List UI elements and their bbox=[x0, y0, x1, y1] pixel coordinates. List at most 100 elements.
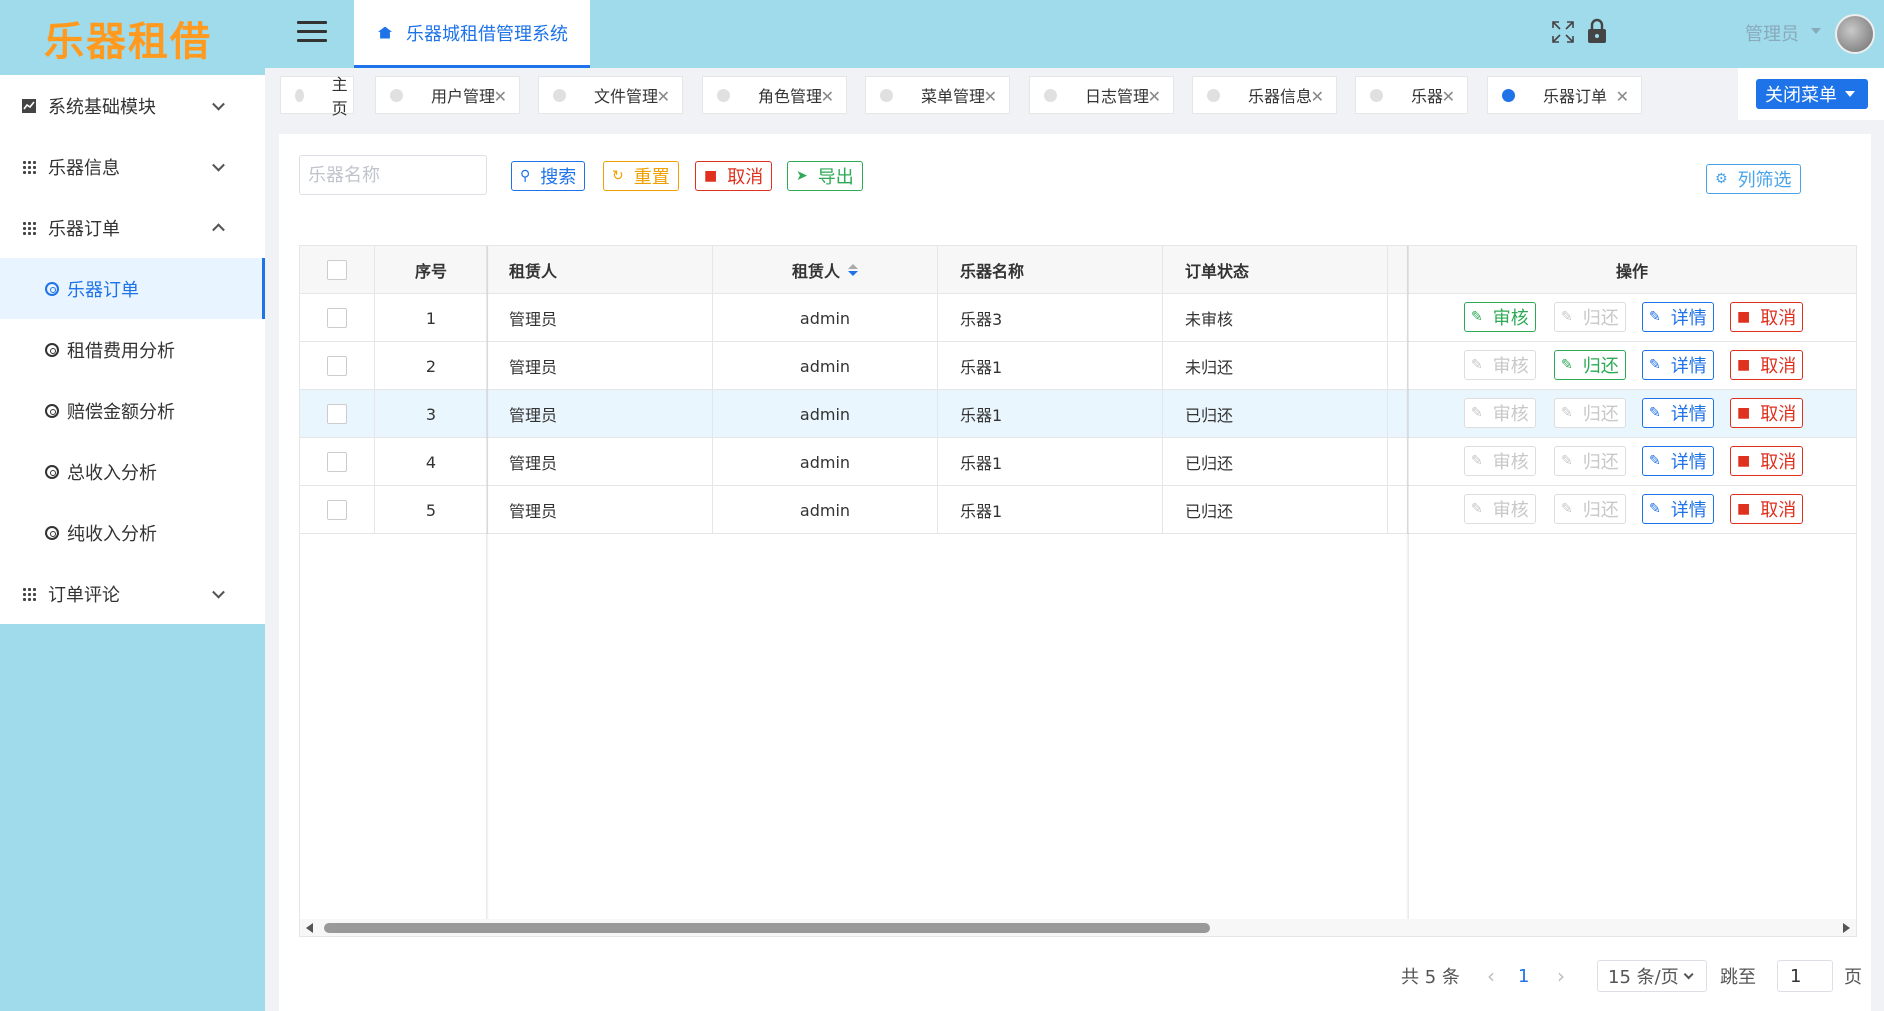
grid-icon bbox=[22, 159, 36, 174]
tab-user-management[interactable]: 用户管理 ✕ bbox=[375, 76, 520, 114]
user-name[interactable]: 管理员 bbox=[1745, 20, 1799, 46]
row-select-cell bbox=[300, 342, 375, 390]
prev-page-icon[interactable]: ‹ bbox=[1487, 960, 1495, 992]
search-input[interactable] bbox=[299, 155, 487, 195]
sidebar-subitem-total-income-analysis[interactable]: 总收入分析 bbox=[0, 441, 265, 502]
edit-icon: ✎ bbox=[1471, 309, 1483, 325]
return-button[interactable]: ✎ 归还 bbox=[1554, 302, 1626, 332]
detail-button[interactable]: ✎ 详情 bbox=[1642, 494, 1714, 524]
return-label: 归还 bbox=[1582, 452, 1619, 473]
search-button[interactable]: ⚲ 搜索 bbox=[511, 161, 586, 191]
trash-icon: ■ bbox=[704, 168, 718, 184]
sidebar-subitem-net-income-analysis[interactable]: 纯收入分析 bbox=[0, 502, 265, 563]
close-icon[interactable]: ✕ bbox=[984, 87, 997, 106]
close-menu-button[interactable]: 关闭菜单 bbox=[1756, 79, 1868, 109]
menu-toggle-icon[interactable] bbox=[297, 21, 327, 43]
reset-button[interactable]: ↻ 重置 bbox=[603, 161, 679, 191]
next-page-icon[interactable]: › bbox=[1557, 960, 1565, 992]
edit-icon: ✎ bbox=[1471, 405, 1483, 421]
cell-account: admin bbox=[713, 390, 938, 438]
close-icon[interactable]: ✕ bbox=[1442, 87, 1455, 106]
tab-instrument[interactable]: 乐器 ✕ bbox=[1355, 76, 1468, 114]
jump-page-input[interactable] bbox=[1777, 960, 1833, 992]
export-button[interactable]: ➤ 导出 bbox=[787, 161, 863, 191]
return-button[interactable]: ✎ 归还 bbox=[1554, 494, 1626, 524]
audit-button[interactable]: ✎ 审核 bbox=[1464, 446, 1536, 476]
detail-button[interactable]: ✎ 详情 bbox=[1642, 302, 1714, 332]
header-renter-sortable[interactable]: 租赁人 bbox=[713, 246, 938, 294]
close-icon[interactable]: ✕ bbox=[1311, 87, 1324, 106]
select-all-checkbox[interactable] bbox=[327, 260, 347, 280]
row-checkbox[interactable] bbox=[327, 356, 347, 376]
header-select-all-cell bbox=[300, 246, 375, 294]
sidebar-item-instrument-info[interactable]: 乐器信息 bbox=[0, 136, 265, 197]
close-icon[interactable]: ✕ bbox=[1616, 87, 1629, 106]
audit-label: 审核 bbox=[1492, 308, 1529, 329]
batch-cancel-button[interactable]: ■ 取消 bbox=[695, 161, 773, 191]
table-row[interactable]: 3 管理员 admin 乐器1 已归还 ✎ 审核 ✎ 归还 ✎ 详情 ■ 取消 bbox=[300, 390, 1856, 438]
row-select-cell bbox=[300, 390, 375, 438]
system-title: 乐器城租借管理系统 bbox=[406, 23, 568, 45]
close-icon[interactable]: ✕ bbox=[821, 87, 834, 106]
table-row[interactable]: 4 管理员 admin 乐器1 已归还 ✎ 审核 ✎ 归还 ✎ 详情 ■ 取消 bbox=[300, 438, 1856, 486]
sort-icon[interactable] bbox=[848, 264, 858, 276]
sidebar-subitem-rental-fee-analysis[interactable]: 租借费用分析 bbox=[0, 319, 265, 380]
table-row[interactable]: 5 管理员 admin 乐器1 已归还 ✎ 审核 ✎ 归还 ✎ 详情 ■ 取消 bbox=[300, 486, 1856, 534]
fullscreen-icon[interactable] bbox=[1551, 20, 1575, 44]
audit-button[interactable]: ✎ 审核 bbox=[1464, 302, 1536, 332]
scroll-left-icon[interactable] bbox=[306, 923, 313, 933]
return-button[interactable]: ✎ 归还 bbox=[1554, 350, 1626, 380]
tab-menu-management[interactable]: 菜单管理 ✕ bbox=[865, 76, 1010, 114]
detail-button[interactable]: ✎ 详情 bbox=[1642, 446, 1714, 476]
sidebar-subitem-order[interactable]: 乐器订单 bbox=[0, 258, 265, 319]
cancel-order-button[interactable]: ■ 取消 bbox=[1730, 350, 1804, 380]
tab-role-management[interactable]: 角色管理 ✕ bbox=[702, 76, 847, 114]
close-icon[interactable]: ✕ bbox=[494, 87, 507, 106]
lock-icon[interactable] bbox=[1587, 18, 1607, 44]
return-button[interactable]: ✎ 归还 bbox=[1554, 446, 1626, 476]
table-row[interactable]: 1 管理员 admin 乐器3 未审核 ✎ 审核 ✎ 归还 ✎ 详情 ■ 取消 bbox=[300, 294, 1856, 342]
sidebar-subitem-label: 租借费用分析 bbox=[67, 340, 175, 362]
sidebar-subitem-compensation-analysis[interactable]: 赔偿金额分析 bbox=[0, 380, 265, 441]
cancel-order-button[interactable]: ■ 取消 bbox=[1730, 398, 1804, 428]
row-checkbox[interactable] bbox=[327, 452, 347, 472]
return-label: 归还 bbox=[1582, 404, 1619, 425]
detail-label: 详情 bbox=[1670, 452, 1707, 473]
avatar[interactable] bbox=[1835, 14, 1875, 54]
close-icon[interactable]: ✕ bbox=[657, 87, 670, 106]
sidebar-item-instrument-order[interactable]: 乐器订单 bbox=[0, 197, 265, 258]
cancel-order-button[interactable]: ■ 取消 bbox=[1730, 446, 1804, 476]
horizontal-scrollbar[interactable] bbox=[300, 919, 1856, 936]
system-title-tab[interactable]: 乐器城租借管理系统 bbox=[354, 0, 590, 68]
sidebar-item-system-base[interactable]: 系统基础模块 bbox=[0, 75, 265, 136]
page-size-select[interactable]: 15 条/页 bbox=[1597, 960, 1707, 992]
edit-icon: ✎ bbox=[1649, 405, 1661, 421]
scroll-thumb[interactable] bbox=[324, 923, 1210, 933]
row-checkbox[interactable] bbox=[327, 500, 347, 520]
tab-home[interactable]: 主页 bbox=[280, 75, 354, 118]
audit-button[interactable]: ✎ 审核 bbox=[1464, 350, 1536, 380]
page-number[interactable]: 1 bbox=[1518, 960, 1529, 992]
cancel-order-button[interactable]: ■ 取消 bbox=[1730, 494, 1804, 524]
sidebar-item-order-comments[interactable]: 订单评论 bbox=[0, 563, 265, 624]
table-row[interactable]: 2 管理员 admin 乐器1 未归还 ✎ 审核 ✎ 归还 ✎ 详情 ■ 取消 bbox=[300, 342, 1856, 390]
edit-icon: ✎ bbox=[1471, 453, 1483, 469]
tab-instrument-info[interactable]: 乐器信息 ✕ bbox=[1192, 76, 1337, 114]
cell-actions: ✎ 审核 ✎ 归还 ✎ 详情 ■ 取消 bbox=[1408, 342, 1856, 390]
return-button[interactable]: ✎ 归还 bbox=[1554, 398, 1626, 428]
audit-button[interactable]: ✎ 审核 bbox=[1464, 494, 1536, 524]
audit-button[interactable]: ✎ 审核 bbox=[1464, 398, 1536, 428]
cancel-order-button[interactable]: ■ 取消 bbox=[1730, 302, 1804, 332]
detail-button[interactable]: ✎ 详情 bbox=[1642, 350, 1714, 380]
row-checkbox[interactable] bbox=[327, 308, 347, 328]
cell-instrument: 乐器1 bbox=[938, 342, 1163, 390]
detail-button[interactable]: ✎ 详情 bbox=[1642, 398, 1714, 428]
tab-instrument-order[interactable]: 乐器订单 ✕ bbox=[1487, 76, 1642, 114]
tab-log-management[interactable]: 日志管理 ✕ bbox=[1029, 76, 1174, 114]
tab-file-management[interactable]: 文件管理 ✕ bbox=[538, 76, 683, 114]
close-icon[interactable]: ✕ bbox=[1148, 87, 1161, 106]
row-checkbox[interactable] bbox=[327, 404, 347, 424]
cell-actions: ✎ 审核 ✎ 归还 ✎ 详情 ■ 取消 bbox=[1408, 294, 1856, 342]
scroll-right-icon[interactable] bbox=[1843, 923, 1850, 933]
column-filter-button[interactable]: ⚙ 列筛选 bbox=[1706, 164, 1801, 194]
